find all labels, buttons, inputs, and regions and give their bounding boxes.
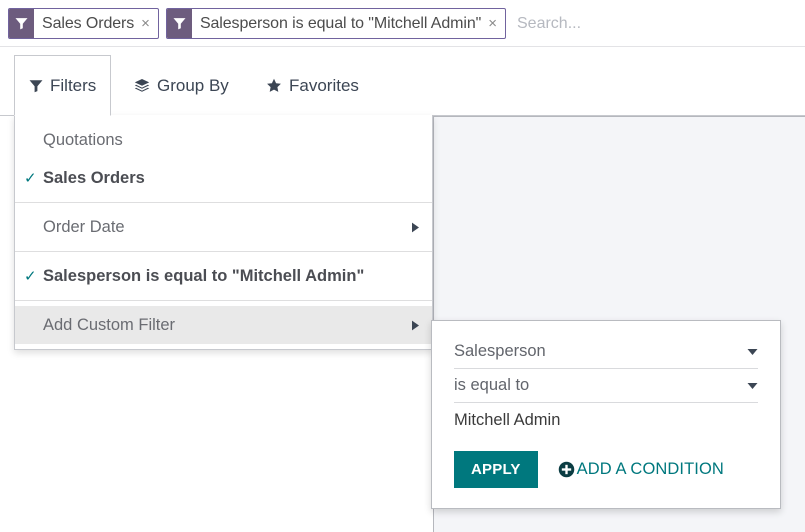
custom-filter-operator-select[interactable]: is equal to: [454, 369, 758, 403]
plus-circle-icon: [558, 461, 575, 478]
custom-filter-actions: APPLY ADD A CONDITION: [454, 451, 758, 488]
search-facet-sales-orders[interactable]: Sales Orders ×: [8, 8, 159, 39]
search-facet-label: Sales Orders: [34, 9, 141, 38]
filter-item-label: Quotations: [43, 131, 420, 150]
chevron-right-icon: [411, 320, 420, 331]
menu-divider: [15, 251, 432, 252]
chevron-right-icon: [411, 222, 420, 233]
tab-filters-label: Filters: [50, 76, 96, 96]
filter-icon: [167, 9, 192, 38]
close-icon[interactable]: ×: [141, 9, 158, 38]
filter-item-label: Salesperson is equal to "Mitchell Admin": [43, 267, 420, 286]
filter-item-sales-orders[interactable]: ✓ Sales Orders: [15, 159, 432, 197]
search-facet-salesperson[interactable]: Salesperson is equal to "Mitchell Admin"…: [166, 8, 506, 39]
filter-item-salesperson-condition[interactable]: ✓ Salesperson is equal to "Mitchell Admi…: [15, 257, 432, 295]
filter-item-add-custom-filter[interactable]: ✓ Add Custom Filter: [15, 306, 432, 344]
layers-icon: [134, 78, 150, 94]
filter-icon: [29, 79, 43, 93]
star-icon: [266, 78, 282, 94]
tab-filters[interactable]: Filters: [14, 55, 111, 116]
chevron-down-icon: [747, 348, 758, 356]
filter-item-label: Order Date: [43, 218, 411, 237]
filter-item-label: Add Custom Filter: [43, 316, 411, 335]
filter-item-quotations[interactable]: ✓ Quotations: [15, 121, 432, 159]
custom-filter-operator-value: is equal to: [454, 376, 747, 395]
chevron-down-icon: [747, 382, 758, 390]
filter-item-order-date[interactable]: ✓ Order Date: [15, 208, 432, 246]
custom-filter-submenu: Salesperson is equal to APPLY: [431, 320, 781, 509]
filter-item-label: Sales Orders: [43, 169, 420, 188]
check-icon: ✓: [24, 269, 43, 284]
custom-filter-field-select[interactable]: Salesperson: [454, 335, 758, 369]
search-tabs: Filters Group By Favorites: [0, 55, 805, 116]
filters-dropdown-menu: ✓ Quotations ✓ Sales Orders ✓ Order Date…: [14, 115, 433, 350]
tab-group-by[interactable]: Group By: [120, 55, 243, 116]
tab-group-by-label: Group By: [157, 76, 229, 96]
tab-favorites[interactable]: Favorites: [252, 55, 373, 116]
menu-divider: [15, 202, 432, 203]
odoo-search-panel: Sales Orders × Salesperson is equal to "…: [0, 0, 805, 532]
custom-filter-field-value: Salesperson: [454, 342, 747, 361]
filter-icon: [9, 9, 34, 38]
search-bar: Sales Orders × Salesperson is equal to "…: [0, 0, 805, 47]
search-input[interactable]: [513, 8, 805, 39]
menu-divider: [15, 300, 432, 301]
apply-button[interactable]: APPLY: [454, 451, 538, 488]
custom-filter-value-input[interactable]: [454, 403, 758, 437]
add-condition-label: ADD A CONDITION: [577, 460, 724, 479]
check-icon: ✓: [24, 171, 43, 186]
add-condition-button[interactable]: ADD A CONDITION: [558, 460, 724, 479]
tab-favorites-label: Favorites: [289, 76, 359, 96]
search-facet-label: Salesperson is equal to "Mitchell Admin": [192, 9, 488, 38]
close-icon[interactable]: ×: [488, 9, 505, 38]
